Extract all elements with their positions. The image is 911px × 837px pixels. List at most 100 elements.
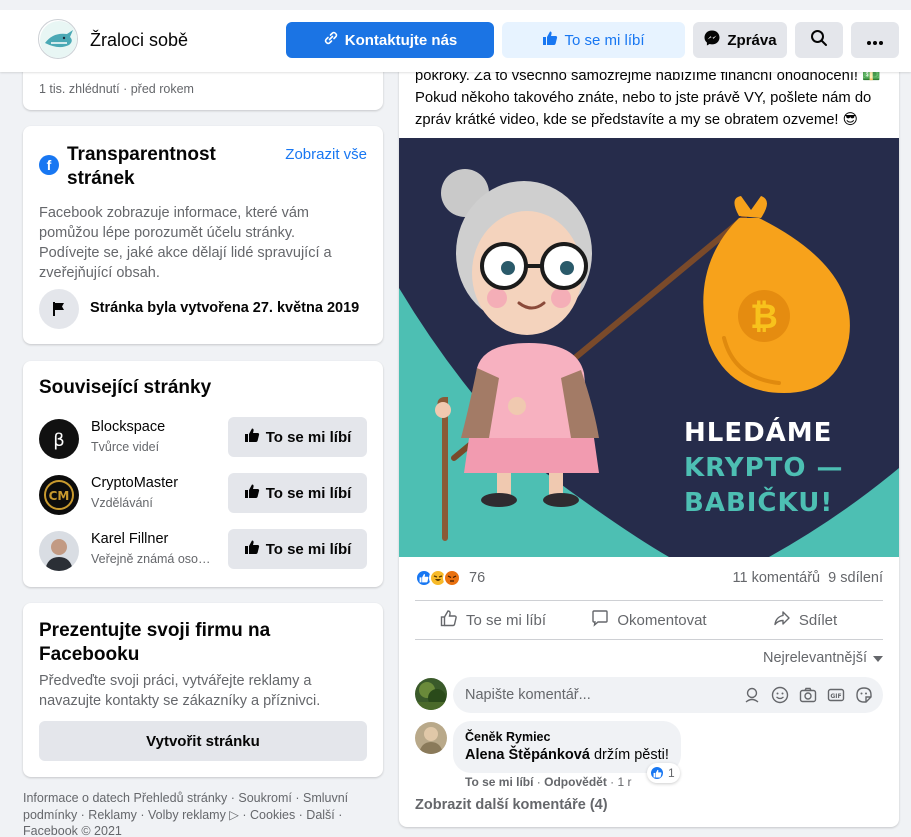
comment-actions: To se mi líbí · Odpovědět · 1 r	[465, 775, 632, 789]
comment-input[interactable]	[465, 677, 735, 713]
svg-text:CM: CM	[49, 489, 70, 503]
svg-text:₿: ₿	[750, 297, 778, 337]
like-action-button[interactable]: To se mi líbí	[415, 601, 571, 639]
contact-button[interactable]: Kontaktujte nás	[286, 22, 494, 58]
related-page-like-button[interactable]: To se mi líbí	[228, 529, 367, 569]
related-page-item[interactable]: β Blockspace Tvůrce videí To se mi líbí	[39, 417, 369, 463]
related-like-label: To se mi líbí	[265, 428, 352, 446]
like-action-label: To se mi líbí	[465, 611, 547, 629]
post-image[interactable]: ₿ HLEDÁME KRYPTO — BABIČKU!	[399, 138, 899, 557]
related-page-avatar[interactable]	[39, 531, 79, 571]
promo-description: Předveďte svoji práci, vytvářejte reklam…	[39, 673, 321, 709]
reaction-summary[interactable]: 76	[415, 568, 485, 588]
page-avatar[interactable]	[38, 19, 78, 59]
emoji-icon[interactable]	[771, 686, 789, 704]
thumbs-up-icon	[244, 483, 260, 503]
comment-action-label: Okomentovat	[617, 611, 707, 629]
thumbs-up-outline-icon	[440, 609, 458, 631]
caret-down-icon	[873, 650, 883, 666]
related-page-category: Tvůrce videí	[91, 440, 160, 454]
related-page-name[interactable]: CryptoMaster	[91, 475, 178, 491]
facebook-icon: f	[39, 155, 59, 175]
related-page-like-button[interactable]: To se mi líbí	[228, 417, 367, 457]
comment-time[interactable]: 1 r	[617, 775, 631, 789]
comment-input-box: GIF	[453, 677, 883, 713]
image-line-3: BABIČKU!	[684, 486, 833, 518]
more-button[interactable]	[851, 22, 899, 58]
related-like-label: To se mi líbí	[265, 540, 352, 558]
search-button[interactable]	[795, 22, 843, 58]
comment-body: držím pěsti!	[589, 747, 669, 763]
share-action-button[interactable]: Sdílet	[727, 601, 883, 639]
svg-text:β: β	[53, 430, 65, 451]
transparency-title: Transparentnost stránek	[67, 144, 216, 189]
search-icon	[810, 29, 828, 51]
post-action-bar: To se mi líbí Okomentovat Sdílet	[415, 600, 883, 640]
camera-icon[interactable]	[799, 686, 817, 704]
related-page-category: Vzdělávání	[91, 496, 153, 510]
thumbs-up-icon	[244, 427, 260, 447]
video-meta: 1 tis. zhlédnutí · před rokem	[39, 82, 194, 96]
current-user-avatar[interactable]	[415, 678, 447, 710]
share-icon	[773, 609, 791, 631]
related-page-avatar[interactable]: β	[39, 419, 79, 459]
see-all-link[interactable]: Zobrazit vše	[285, 146, 367, 163]
post-stats: 11 komentářů 9 sdílení	[733, 570, 883, 586]
message-button[interactable]: Zpráva	[693, 22, 787, 58]
gif-icon[interactable]: GIF	[827, 686, 845, 704]
share-action-label: Sdílet	[798, 611, 838, 629]
contact-button-label: Kontaktujte nás	[344, 31, 458, 49]
page-header: Žraloci sobě Kontaktujte nás To se mi lí…	[0, 0, 911, 72]
transparency-description: Facebook zobrazuje informace, které vám …	[39, 205, 332, 281]
related-page-category: Veřejně známá osobnost	[91, 552, 216, 566]
related-pages-title: Související stránky	[39, 377, 212, 398]
transparency-card: f Transparentnost stránek Zobrazit vše F…	[23, 126, 383, 344]
promo-title: Prezentujte svoji firmu na Facebooku	[39, 620, 271, 665]
reaction-count: 76	[469, 570, 486, 586]
comment-action-button[interactable]: Okomentovat	[571, 601, 727, 639]
comment-sort-label: Nejrelevantnější	[763, 650, 867, 666]
related-page-item[interactable]: Karel Fillner Veřejně známá osobnost To …	[39, 529, 369, 575]
image-line-1: HLEDÁME	[684, 416, 832, 448]
comment-tools: GIF	[743, 686, 873, 704]
comment-text: Alena Štěpánková držím pěsti!	[465, 747, 669, 763]
page-created-date: Stránka byla vytvořena 27. května 2019	[90, 300, 360, 316]
create-page-button[interactable]: Vytvořit stránku	[39, 721, 367, 761]
related-page-name[interactable]: Blockspace	[91, 419, 165, 435]
comment-reply-link[interactable]: Odpovědět	[544, 775, 607, 789]
commenter-avatar[interactable]	[415, 722, 447, 754]
related-page-name[interactable]: Karel Fillner	[91, 531, 168, 547]
flag-icon	[39, 289, 79, 329]
sticker-icon[interactable]	[855, 686, 873, 704]
comment-sort-dropdown[interactable]: Nejrelevantnější	[763, 650, 883, 666]
footer-links[interactable]: Informace o datech Přehledů stránky · So…	[23, 790, 368, 837]
related-page-like-button[interactable]: To se mi líbí	[228, 473, 367, 513]
comments-count[interactable]: 11 komentářů	[733, 570, 821, 586]
view-more-comments-link[interactable]: Zobrazit další komentáře (4)	[415, 797, 608, 813]
comment-bubble: Čeněk Rymiec Alena Štěpánková držím pěst…	[453, 721, 681, 773]
post-text: pokroky. Za to všechno samozřejmě nabízí…	[415, 68, 881, 128]
related-page-avatar[interactable]: CM	[39, 475, 79, 515]
comment-like-link[interactable]: To se mi líbí	[465, 775, 533, 789]
shares-count[interactable]: 9 sdílení	[828, 570, 883, 586]
related-pages-card: Související stránky β Blockspace Tvůrce …	[23, 361, 383, 587]
promo-card: Prezentujte svoji firmu na Facebooku Pře…	[23, 603, 383, 777]
page-name[interactable]: Žraloci sobě	[90, 30, 188, 51]
related-like-label: To se mi líbí	[265, 484, 352, 502]
comment-reaction-count: 1	[668, 766, 675, 780]
page-like-label: To se mi líbí	[564, 31, 645, 49]
avatar-sticker-icon[interactable]	[743, 686, 761, 704]
angry-reaction-icon	[443, 569, 461, 587]
comment-mention[interactable]: Alena Štěpánková	[465, 747, 590, 763]
messenger-icon	[703, 29, 721, 51]
svg-text:GIF: GIF	[830, 693, 841, 700]
message-button-label: Zpráva	[727, 31, 777, 49]
more-dots-icon	[867, 32, 883, 49]
page-like-button[interactable]: To se mi líbí	[502, 22, 685, 58]
comment-icon	[591, 609, 609, 631]
like-reaction-icon	[649, 765, 665, 781]
thumbs-up-icon	[542, 30, 558, 50]
comment-reaction-badge[interactable]: 1	[647, 763, 680, 783]
comment-author[interactable]: Čeněk Rymiec	[465, 730, 669, 744]
related-page-item[interactable]: CM CryptoMaster Vzdělávání To se mi líbí	[39, 473, 369, 519]
